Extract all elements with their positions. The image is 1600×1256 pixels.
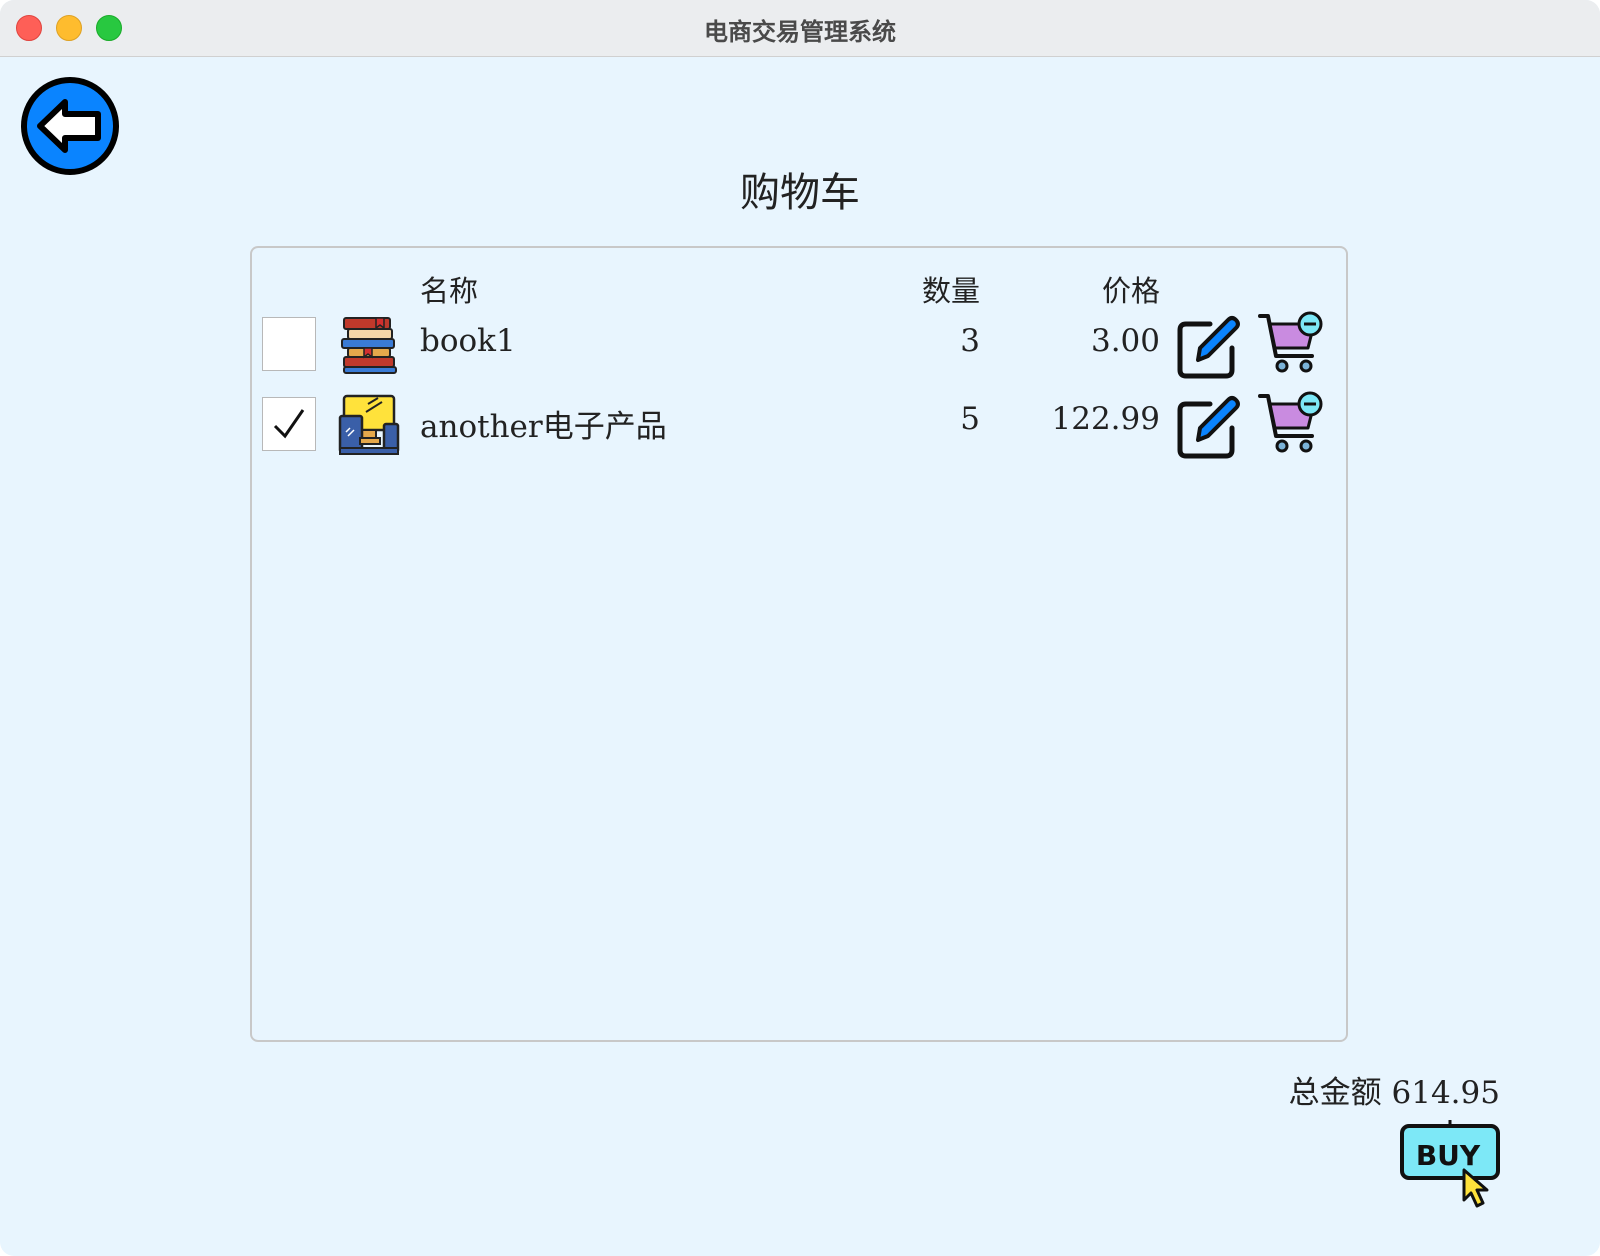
- column-header-name: 名称: [420, 274, 479, 308]
- cart-remove-icon: [1258, 391, 1323, 453]
- product-name: another电子产品: [420, 409, 667, 445]
- buy-button[interactable]: BUY: [1398, 1120, 1502, 1212]
- product-price: 3.00: [1090, 323, 1160, 359]
- window-title: 电商交易管理系统: [704, 18, 896, 46]
- edit-icon: [1177, 396, 1240, 459]
- column-header-price: 价格: [1101, 274, 1160, 308]
- buy-icon: BUY: [1400, 1120, 1500, 1208]
- books-icon: [338, 314, 400, 376]
- checkmark-icon: [273, 409, 305, 439]
- product-name: book1: [420, 323, 516, 359]
- product-quantity: 3: [960, 323, 980, 359]
- table-row: another电子产品 5 122.99: [0, 390, 1600, 460]
- edit-icon: [1177, 316, 1240, 379]
- total-label: 总金额: [1288, 1075, 1382, 1111]
- electronics-icon: [338, 394, 400, 456]
- cart-remove-icon: [1258, 311, 1323, 373]
- column-header-quantity: 数量: [921, 274, 980, 308]
- buy-label: BUY: [1416, 1139, 1481, 1172]
- app-window: 电商交易管理系统 购物车 名称 数量 价格 book1 3 3.00 anoth…: [0, 0, 1600, 1256]
- total-value: 614.95: [1391, 1075, 1500, 1111]
- title-bar: 电商交易管理系统: [0, 0, 1600, 57]
- product-price: 122.99: [1051, 401, 1160, 437]
- table-row: book1 3 3.00: [0, 310, 1600, 380]
- edit-button[interactable]: [1176, 394, 1242, 460]
- row-select-checkbox[interactable]: [262, 397, 316, 451]
- edit-button[interactable]: [1176, 314, 1242, 380]
- row-select-checkbox[interactable]: [262, 317, 316, 371]
- page-title: 购物车: [740, 170, 860, 216]
- total-amount: 总金额 614.95: [1289, 1067, 1500, 1112]
- remove-from-cart-button[interactable]: [1258, 310, 1324, 376]
- product-quantity: 5: [960, 401, 980, 437]
- remove-from-cart-button[interactable]: [1258, 390, 1324, 456]
